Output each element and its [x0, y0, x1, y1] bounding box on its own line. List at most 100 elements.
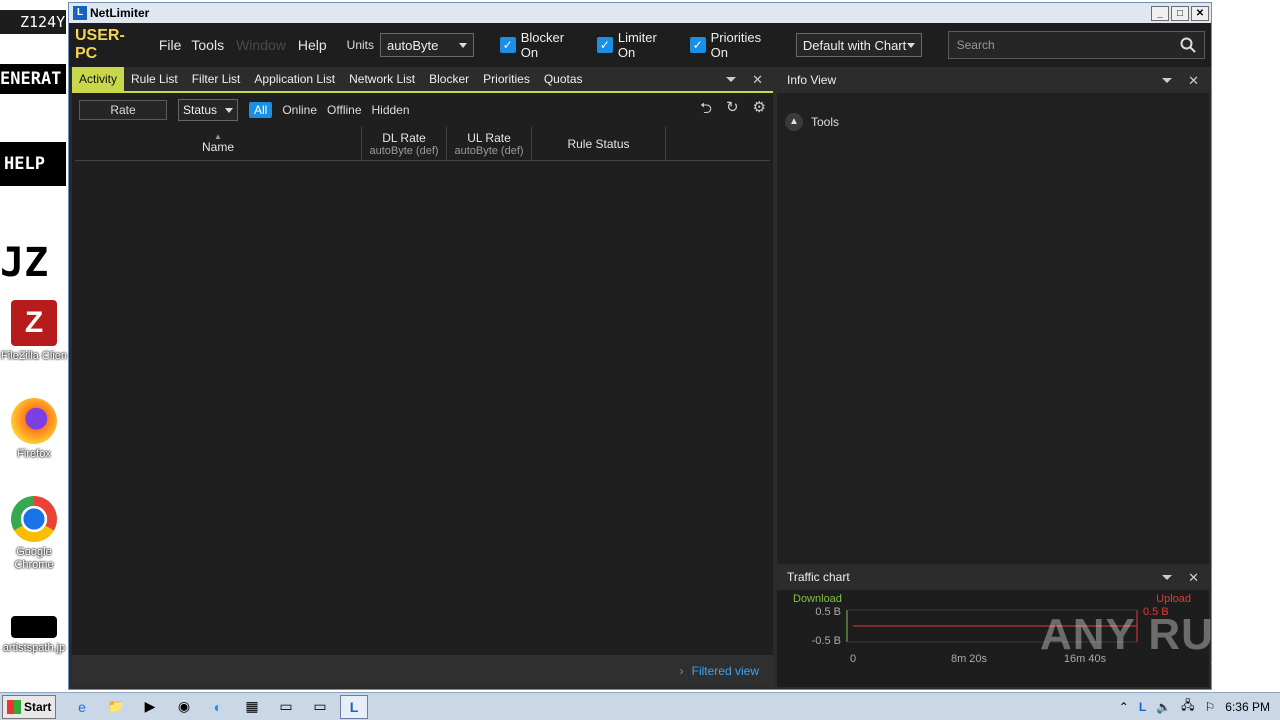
netlimiter-window: L NetLimiter _ □ ✕ USER-PC File Tools Wi…: [68, 2, 1212, 690]
edge-taskbar-icon[interactable]: ◐: [204, 695, 232, 719]
main-toolbar: USER-PC File Tools Window Help Units aut…: [69, 23, 1211, 67]
netlimiter-tray-icon[interactable]: L: [1139, 700, 1146, 714]
x-tick-0: 0: [850, 653, 856, 665]
netlimiter-taskbar-icon[interactable]: L: [340, 694, 368, 719]
tools-label: Tools: [811, 115, 840, 129]
tab-rule-list[interactable]: Rule List: [124, 67, 185, 91]
desktop-tile-4[interactable]: JZ: [0, 236, 66, 290]
firefox-shortcut[interactable]: Firefox: [0, 398, 68, 461]
segment-hidden[interactable]: Hidden: [372, 103, 410, 117]
chrome-taskbar-icon[interactable]: ◉: [170, 695, 198, 719]
checkbox-checked-icon: ✓: [689, 37, 706, 53]
show-hidden-icons-icon[interactable]: ⌃: [1119, 700, 1129, 714]
windows-logo-icon: [7, 699, 21, 714]
chrome-shortcut[interactable]: Google Chrome: [0, 496, 68, 572]
priorities-toggle[interactable]: ✓ Priorities On: [689, 30, 782, 60]
tab-quotas[interactable]: Quotas: [537, 67, 590, 91]
clock[interactable]: 6:36 PM: [1225, 700, 1270, 714]
maximize-button[interactable]: □: [1171, 5, 1189, 21]
filtered-view-link[interactable]: Filtered view: [692, 664, 759, 678]
grid-header: ▲ Name DL Rate autoByte (def) UL Rate au…: [75, 127, 770, 161]
grid-body[interactable]: [72, 161, 773, 651]
search-icon[interactable]: [1180, 37, 1196, 53]
status-dropdown[interactable]: Status: [178, 99, 238, 121]
action-center-flag-icon[interactable]: ⚐: [1205, 700, 1216, 714]
panel-menu-icon[interactable]: [1162, 575, 1173, 580]
tab-blocker[interactable]: Blocker: [422, 67, 476, 91]
legend-download: Download: [793, 593, 842, 605]
tab-activity[interactable]: Activity: [72, 67, 125, 91]
units-dropdown[interactable]: autoByte: [380, 33, 474, 57]
menu-tools[interactable]: Tools: [191, 37, 224, 53]
media-player-taskbar-icon[interactable]: ▶: [136, 695, 164, 719]
desktop-tile-2[interactable]: ENERAT: [0, 64, 66, 94]
refresh-icon[interactable]: ↻: [726, 98, 739, 123]
view-mode-dropdown[interactable]: Default with Chart: [795, 33, 922, 57]
panel-menu-icon[interactable]: [726, 77, 737, 82]
col-name-label: Name: [201, 139, 234, 154]
x-tick-1: 8m 20s: [951, 653, 988, 665]
artistspath-shortcut[interactable]: artistspath.jp: [0, 616, 68, 655]
info-view-header: Info View ✕: [777, 67, 1209, 93]
chevron-up-icon[interactable]: ▲: [785, 113, 803, 131]
checkbox-checked-icon: ✓: [499, 37, 516, 53]
y-tick-top-left: 0.5 B: [815, 606, 841, 618]
filezilla-shortcut[interactable]: Z FileZilla Clien: [0, 300, 68, 363]
image-file-icon: [11, 616, 57, 638]
close-window-button[interactable]: ✕: [1191, 5, 1209, 21]
test-mode-line2: Windows 7: [1211, 660, 1274, 674]
firefox-label: Firefox: [17, 448, 51, 460]
undo-icon[interactable]: ⮌: [700, 98, 712, 123]
menu-help[interactable]: Help: [298, 37, 327, 53]
filezilla-label: FileZilla Clien: [0, 350, 68, 362]
ie-taskbar-icon[interactable]: e: [68, 695, 96, 719]
title-bar[interactable]: L NetLimiter _ □ ✕: [69, 3, 1211, 23]
artistspath-label: artistspath.jp: [2, 642, 66, 654]
volume-icon[interactable]: 🔈: [1156, 700, 1171, 714]
netlimiter-logo-icon: L: [73, 6, 87, 20]
limiter-toggle[interactable]: ✓ Limiter On: [596, 30, 678, 60]
window2-taskbar-icon[interactable]: ▭: [306, 695, 334, 719]
tab-network-list[interactable]: Network List: [342, 67, 422, 91]
search-input[interactable]: Search: [947, 31, 1205, 59]
chrome-icon: [11, 496, 57, 542]
window-taskbar-icon[interactable]: ▭: [272, 695, 300, 719]
col-name[interactable]: ▲ Name: [75, 127, 362, 160]
status-value: Status: [183, 103, 218, 117]
menu-window[interactable]: Window: [236, 37, 286, 53]
test-mode-line1: Test Mode: [1215, 647, 1274, 661]
filezilla-icon: Z: [11, 300, 57, 346]
segment-online[interactable]: Online: [282, 103, 317, 117]
tab-application-list[interactable]: Application List: [247, 67, 342, 91]
desktop-tile-3[interactable]: HELP: [0, 142, 66, 186]
segment-offline[interactable]: Offline: [327, 103, 361, 117]
col-dl-rate[interactable]: DL Rate autoByte (def): [362, 127, 447, 160]
blocker-toggle[interactable]: ✓ Blocker On: [499, 30, 585, 60]
gear-icon[interactable]: ⚙: [753, 98, 766, 123]
desktop-tile-1[interactable]: Z124Y: [0, 10, 66, 34]
close-panel-icon[interactable]: ✕: [1188, 73, 1199, 89]
col-rule-status[interactable]: Rule Status: [532, 127, 666, 160]
close-panel-icon[interactable]: ✕: [752, 72, 763, 88]
app-taskbar-icon[interactable]: ▦: [238, 695, 266, 719]
traffic-chart-header: Traffic chart ✕: [777, 564, 1209, 590]
rate-filter[interactable]: Rate: [79, 100, 167, 120]
tab-priorities[interactable]: Priorities: [476, 67, 537, 91]
panel-menu-icon[interactable]: [1162, 78, 1173, 83]
col-ul-rate[interactable]: UL Rate autoByte (def): [447, 127, 532, 160]
network-icon[interactable]: 🖧: [1181, 696, 1194, 717]
col-ul-rate-unit: autoByte (def): [454, 144, 524, 157]
explorer-taskbar-icon[interactable]: 📁: [102, 695, 130, 719]
minimize-button[interactable]: _: [1151, 5, 1169, 21]
chevron-down-icon: [458, 42, 467, 48]
tab-filter-list[interactable]: Filter List: [185, 67, 248, 91]
window-title: NetLimiter: [90, 6, 150, 20]
segment-all[interactable]: All: [249, 102, 273, 118]
search-placeholder: Search: [956, 38, 995, 52]
menu-file[interactable]: File: [159, 37, 182, 53]
tools-section[interactable]: ▲ Tools: [785, 113, 839, 131]
start-button[interactable]: Start: [2, 694, 56, 719]
units-label: Units: [346, 38, 375, 52]
chrome-label: Google Chrome: [14, 546, 54, 571]
close-panel-icon[interactable]: ✕: [1188, 570, 1199, 586]
